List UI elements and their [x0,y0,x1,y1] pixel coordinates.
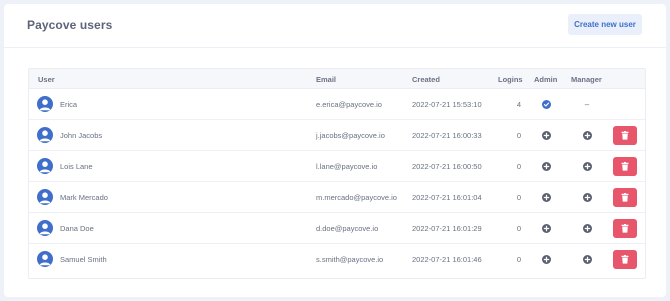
delete-user-button[interactable] [613,126,637,145]
trash-icon [621,224,629,233]
users-card: Paycove users Create new user User Email… [4,4,666,297]
delete-user-button[interactable] [613,188,637,207]
make-admin-button[interactable] [536,120,556,151]
user-email: d.doe@paycove.io [316,224,379,233]
avatar-icon [37,127,53,143]
plus-circle-icon [582,131,592,140]
table-row: John Jacobs j.jacobs@paycove.io 2022-07-21… [29,120,645,151]
make-manager-button[interactable] [577,120,597,151]
user-name: Erica [60,100,78,109]
trash-icon [621,255,629,264]
user-name: Lois Lane [60,162,93,171]
make-admin-button[interactable] [536,182,556,213]
make-manager-button[interactable] [577,244,597,275]
trash-icon [621,131,629,140]
table-row: Mark Mercado m.mercado@paycove.io 2022-07-… [29,182,645,213]
user-email: l.lane@paycove.io [316,162,378,171]
plus-circle-icon [582,162,592,171]
manager-placeholder: – [584,100,590,109]
plus-circle-icon [541,224,551,233]
column-header-email: Email [316,75,337,84]
plus-circle-icon [541,131,551,140]
plus-circle-icon [582,255,592,264]
avatar-icon [37,220,53,236]
trash-icon [621,162,629,171]
delete-user-button[interactable] [613,157,637,176]
column-header-admin: Admin [534,75,558,84]
user-logins: 0 [516,131,521,140]
trash-icon [621,193,629,202]
make-manager-button[interactable] [577,151,597,182]
user-created: 2022-07-21 16:00:50 [412,162,482,171]
user-logins: 0 [516,224,521,233]
user-created: 2022-07-21 16:01:04 [412,193,482,202]
user-email: m.mercado@paycove.io [316,193,397,202]
column-header-created: Created [412,75,440,84]
create-new-user-button[interactable]: Create new user [568,14,642,35]
user-name: Samuel Smith [60,255,107,264]
avatar-icon [37,158,53,174]
table-header: User Email Created Logins Admin Manager [29,69,645,89]
table-row: Lois Lane l.lane@paycove.io 2022-07-21 16:… [29,151,645,182]
table-row: Erica e.erica@paycove.io 2022-07-21 15:53:… [29,89,645,120]
plus-circle-icon [541,162,551,171]
user-name: John Jacobs [60,131,103,140]
avatar-icon [37,189,53,205]
user-logins: 4 [516,100,521,109]
make-admin-button[interactable] [536,213,556,244]
user-logins: 0 [516,162,521,171]
check-circle-icon [536,89,556,120]
user-created: 2022-07-21 16:01:46 [412,255,482,264]
user-created: 2022-07-21 16:00:33 [412,131,482,140]
user-name: Dana Doe [60,224,94,233]
plus-circle-icon [582,193,592,202]
make-manager-button[interactable] [577,182,597,213]
plus-circle-icon [541,255,551,264]
plus-circle-icon [582,224,592,233]
avatar-icon [37,96,53,112]
delete-user-button[interactable] [613,219,637,238]
avatar-icon [37,251,53,267]
user-name: Mark Mercado [60,193,108,202]
user-email: s.smith@paycove.io [316,255,384,264]
delete-user-button[interactable] [613,250,637,269]
user-created: 2022-07-21 16:01:29 [412,224,482,233]
users-table: User Email Created Logins Admin Manager … [28,68,646,279]
make-admin-button[interactable] [536,244,556,275]
user-email: e.erica@paycove.io [316,100,382,109]
column-header-logins: Logins [498,75,523,84]
user-email: j.jacobs@paycove.io [316,131,385,140]
column-header-manager: Manager [571,75,602,84]
plus-circle-icon [541,193,551,202]
column-header-user: User [38,75,55,84]
user-logins: 0 [516,193,521,202]
user-created: 2022-07-21 15:53:10 [412,100,482,109]
user-logins: 0 [516,255,521,264]
table-row: Dana Doe d.doe@paycove.io 2022-07-21 16:01… [29,213,645,244]
make-manager-button[interactable] [577,213,597,244]
card-header: Paycove users Create new user [4,4,666,48]
make-admin-button[interactable] [536,151,556,182]
page-title: Paycove users [27,18,113,32]
table-row: Samuel Smith s.smith@paycove.io 2022-07-21… [29,244,645,275]
